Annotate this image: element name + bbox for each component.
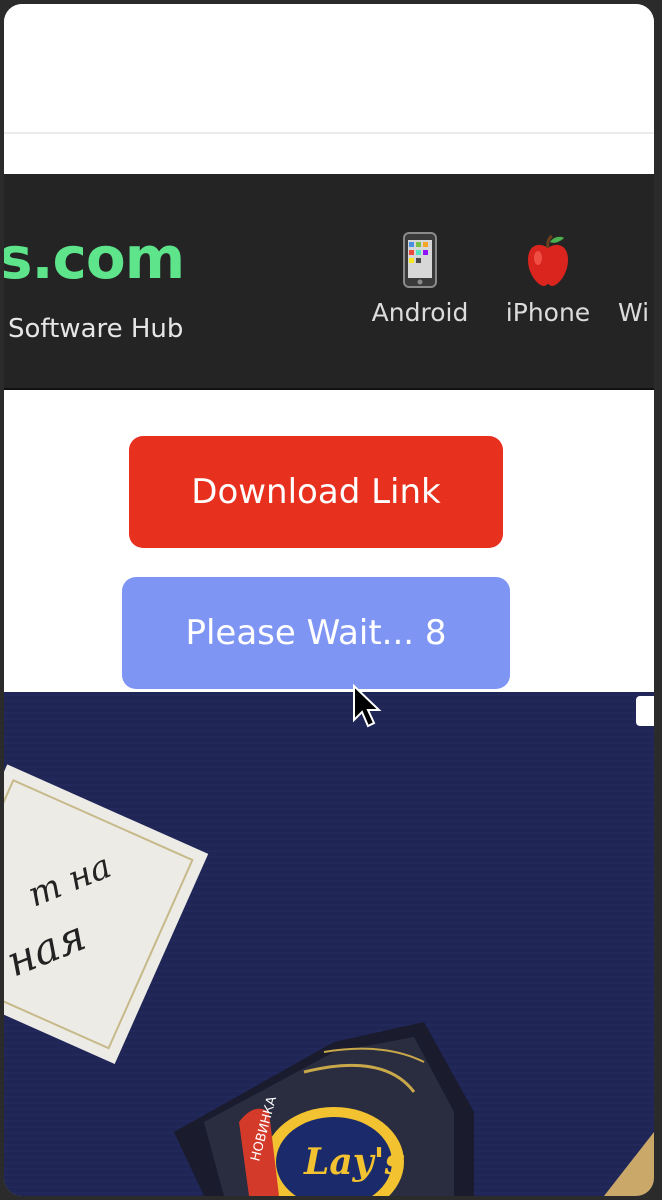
- nav-label-android: Android: [371, 298, 469, 327]
- ad-artwork: т на ная НОВИНКА Lay's: [4, 692, 654, 1196]
- nav-label-windows: Wi: [618, 298, 650, 327]
- nav-item-android[interactable]: Android: [368, 232, 472, 327]
- site-header: s.com Software Hub Android iPhone Wi: [4, 174, 654, 390]
- site-logo[interactable]: s.com: [4, 224, 185, 292]
- site-tagline: Software Hub: [8, 314, 184, 344]
- mobile-phone-icon: [403, 232, 437, 288]
- bag-brand-text: Lay's: [303, 1141, 405, 1183]
- nav-item-windows[interactable]: Wi: [618, 232, 654, 327]
- apple-icon: [528, 234, 568, 286]
- advertisement-banner[interactable]: т на ная НОВИНКА Lay's: [4, 692, 654, 1196]
- nav-label-iphone: iPhone: [505, 298, 591, 327]
- top-blank-bar: [4, 4, 654, 134]
- ad-choices-icon[interactable]: [636, 696, 654, 726]
- nav-item-iphone[interactable]: iPhone: [500, 232, 596, 327]
- download-link-button[interactable]: Download Link: [129, 436, 503, 548]
- browser-viewport: s.com Software Hub Android iPhone Wi Dow…: [4, 4, 654, 1196]
- mouse-cursor-icon: [353, 684, 382, 728]
- please-wait-button[interactable]: Please Wait... 8: [122, 577, 510, 689]
